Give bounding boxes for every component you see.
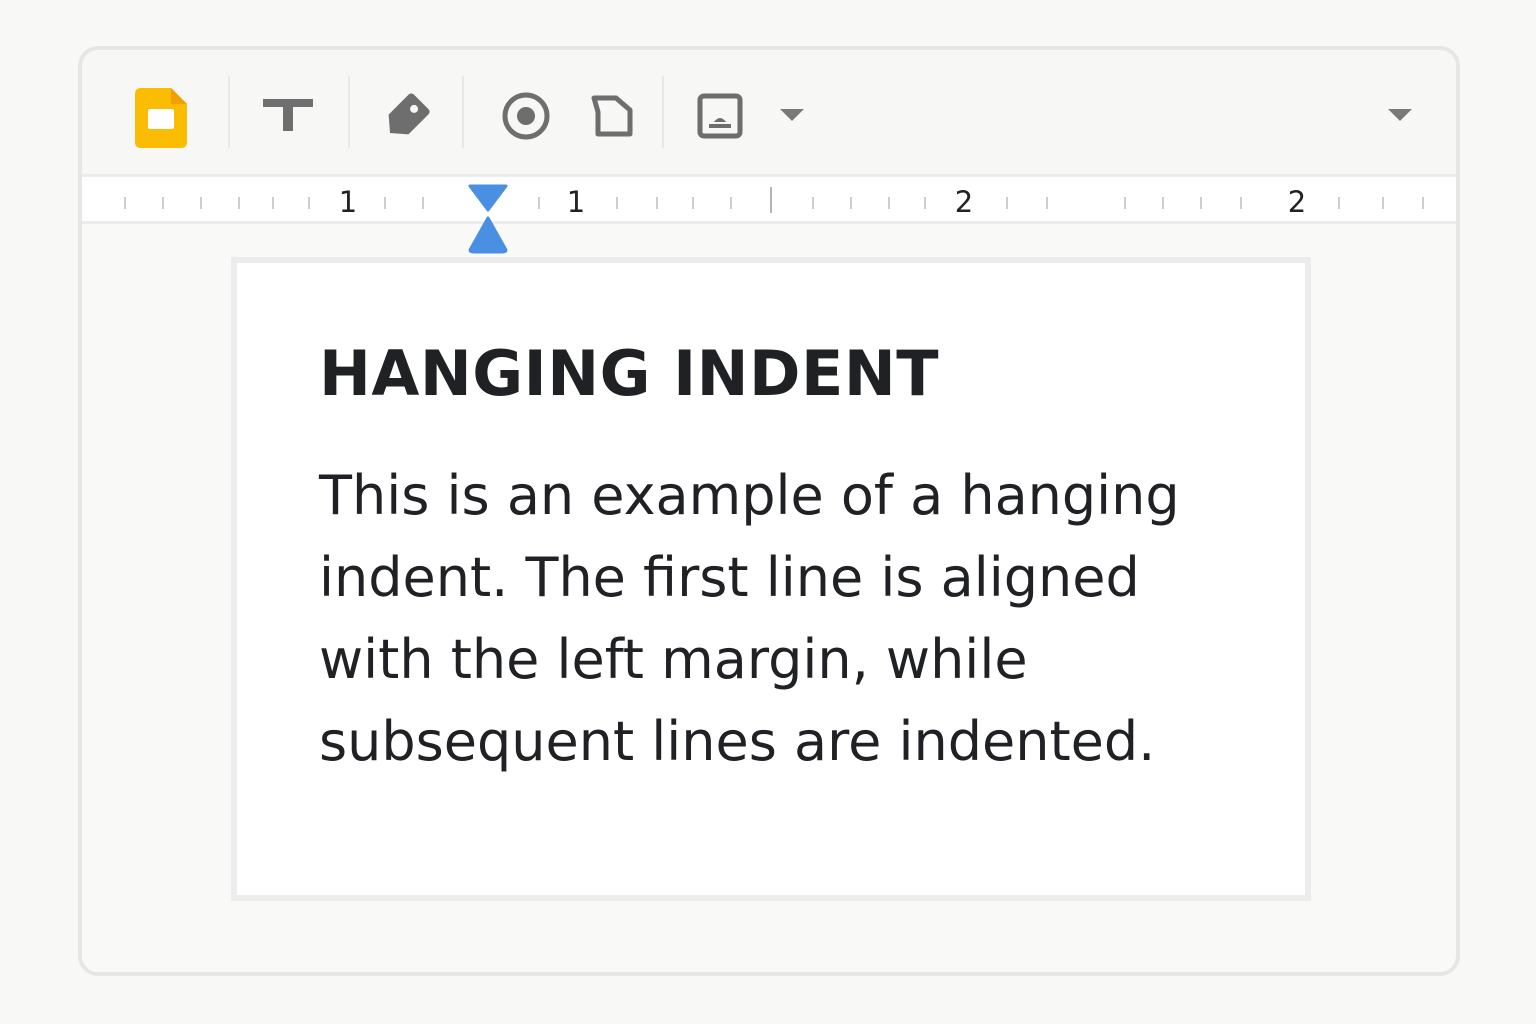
- toolbar: [82, 50, 1456, 174]
- document-page[interactable]: HANGING INDENT This is an example of a h…: [231, 257, 1311, 901]
- ruler-label: 2: [954, 185, 974, 219]
- ruler-tick: [850, 197, 852, 209]
- ruler-tick: [730, 197, 732, 209]
- ruler-tick: [888, 197, 890, 209]
- ruler[interactable]: 1 1 2 2: [82, 174, 1456, 224]
- ruler-label: 2: [1287, 185, 1307, 219]
- ruler-tick: [656, 197, 658, 209]
- ruler-tick: [1240, 197, 1242, 209]
- image-icon[interactable]: [690, 86, 750, 146]
- document-body-text[interactable]: This is an example of a hanging indent. …: [319, 455, 1239, 783]
- ruler-tick: [308, 197, 310, 209]
- first-line-indent-marker[interactable]: [468, 184, 508, 212]
- ruler-tick: [422, 197, 424, 209]
- toolbar-separator: [462, 76, 464, 148]
- toolbar-separator: [348, 76, 350, 148]
- more-chevron-down-icon[interactable]: [1380, 100, 1420, 130]
- ruler-tick: [812, 197, 814, 209]
- ruler-tick: [1338, 197, 1340, 209]
- hanging-indent-marker[interactable]: [468, 216, 508, 254]
- document-heading: HANGING INDENT: [319, 337, 940, 410]
- ruler-tick: [200, 197, 202, 209]
- ruler-tick: [124, 197, 126, 209]
- ruler-tick: [1422, 197, 1424, 209]
- ruler-tick: [162, 197, 164, 209]
- target-icon[interactable]: [496, 86, 556, 146]
- ruler-tick: [1046, 197, 1048, 209]
- ruler-tick: [384, 197, 386, 209]
- toolbar-separator: [228, 76, 230, 148]
- ruler-tick: [1162, 197, 1164, 209]
- shape-icon[interactable]: [584, 88, 640, 144]
- ruler-tick: [272, 197, 274, 209]
- ruler-tick: [924, 197, 926, 209]
- ruler-tick: [238, 197, 240, 209]
- chevron-down-icon[interactable]: [772, 100, 812, 130]
- ruler-tick: [616, 197, 618, 209]
- ruler-label: 1: [566, 185, 586, 219]
- ruler-tick-major: [770, 187, 772, 213]
- ruler-label: 1: [338, 185, 358, 219]
- ruler-tick: [1124, 197, 1126, 209]
- ruler-tick: [1006, 197, 1008, 209]
- ruler-tick: [692, 197, 694, 209]
- ruler-tick: [538, 197, 540, 209]
- text-box-icon[interactable]: [258, 90, 318, 140]
- ruler-tick: [1382, 197, 1384, 209]
- ruler-tick: [1200, 197, 1202, 209]
- app-window: 1 1 2 2 HANGING INDENT This is an exampl…: [78, 46, 1460, 976]
- tag-icon[interactable]: [376, 86, 438, 146]
- toolbar-separator: [662, 76, 664, 148]
- slides-logo-icon[interactable]: [134, 86, 190, 150]
